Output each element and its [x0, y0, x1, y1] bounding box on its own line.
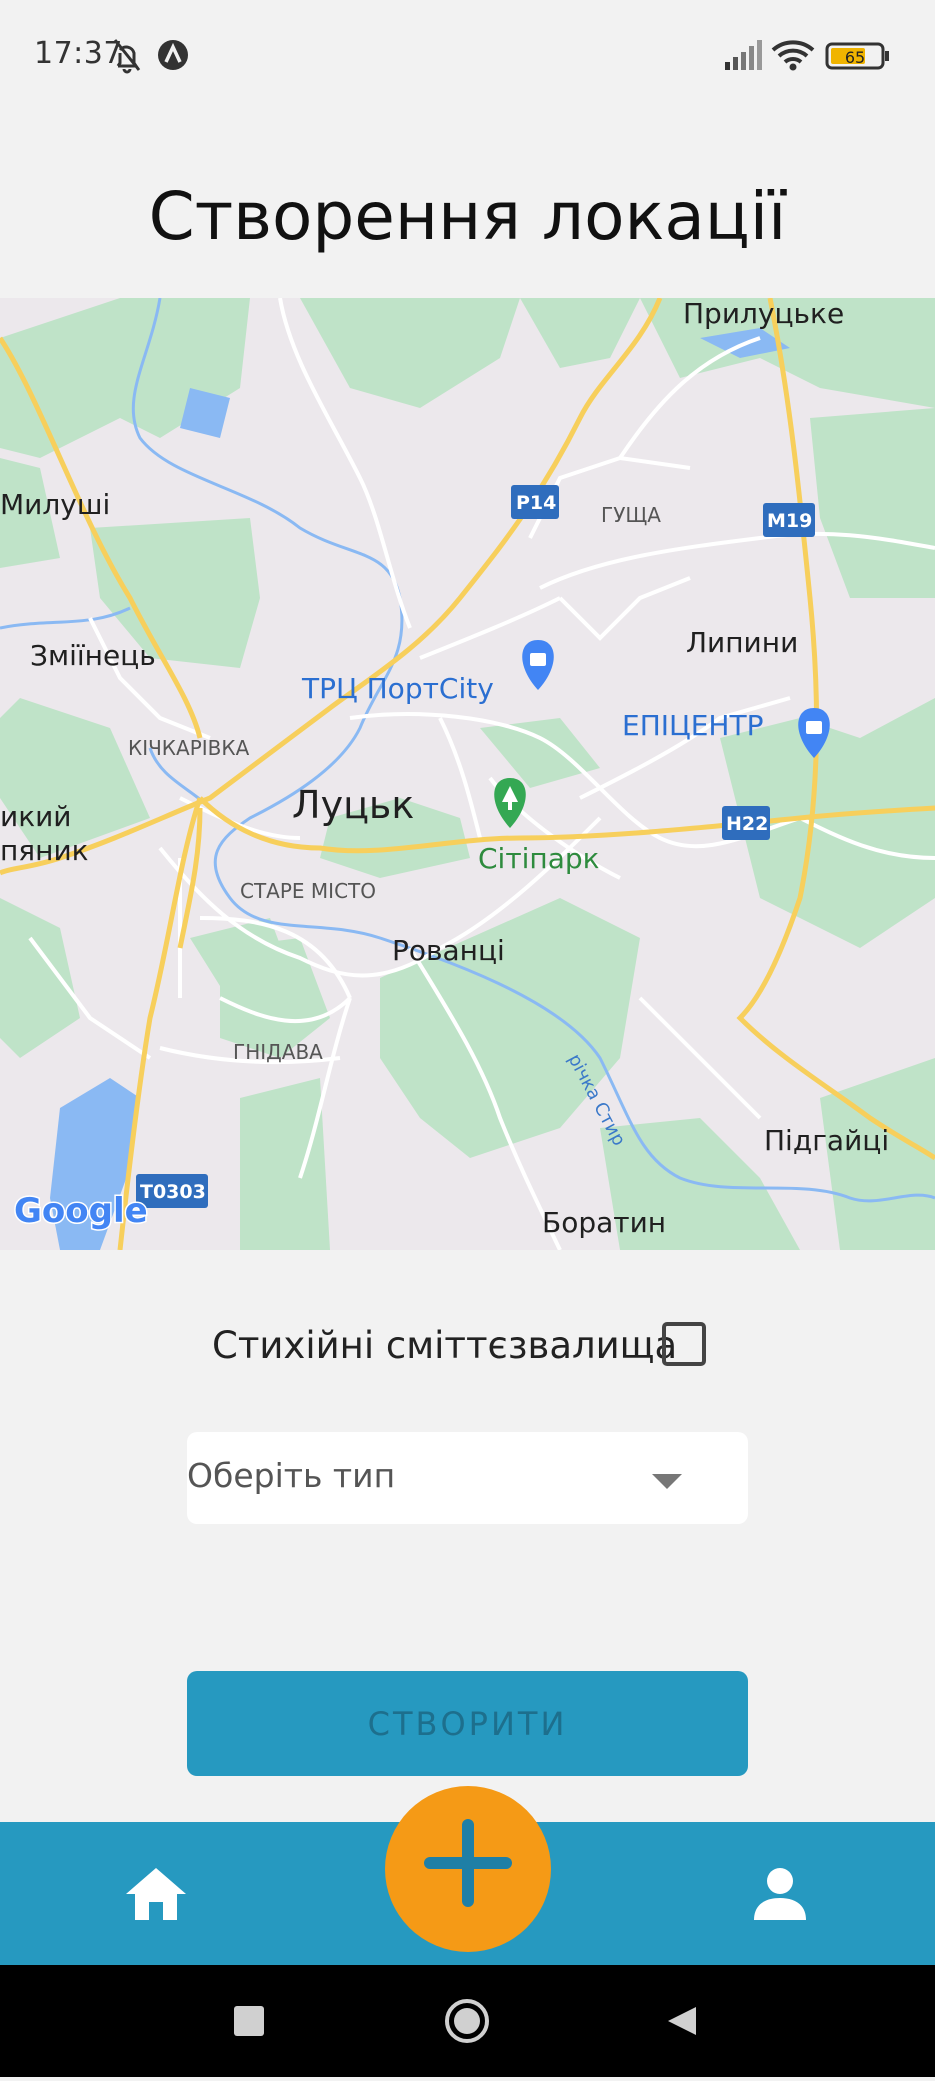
signal-icon [725, 40, 762, 70]
battery-icon: 65 [825, 42, 889, 70]
status-right-icons: 65 [725, 40, 889, 71]
wifi-icon [771, 40, 815, 71]
map-label-boratyn: Боратин [542, 1206, 666, 1239]
illegal-dumps-row[interactable]: Стихійні сміттєзвалища [0, 1318, 935, 1374]
poi-pin-citypark [494, 778, 526, 828]
add-location-fab[interactable] [385, 1786, 551, 1952]
map-label-zmiinets: Змiїнець [30, 639, 156, 672]
system-navigation-bar [0, 1965, 935, 2077]
type-select[interactable]: Оберіть тип [187, 1432, 748, 1524]
map-label-lypyny: Липини [686, 626, 798, 659]
bell-off-icon [113, 39, 141, 74]
map-label-hushcha: ГУЩА [601, 503, 661, 527]
map-label-pryluts-ke: Прилуцьке [683, 298, 844, 330]
recent-apps-icon[interactable] [234, 2006, 264, 2036]
poi-pin-portcity [522, 640, 554, 690]
map-label-pidhaitsi: Підгайці [764, 1124, 889, 1157]
status-left-icons [113, 39, 188, 74]
map-view[interactable]: Прилуцьке Милуші Змiїнець Липини икий пя… [0, 298, 935, 1250]
map-label-pianyk: пяник [0, 834, 89, 867]
map-label-trc-portcity: ТРЦ ПортCity [301, 672, 494, 705]
shield-m19: М19 [767, 510, 812, 532]
shield-p14: Р14 [516, 492, 556, 514]
map-label-kichkarivka: КІЧКАРІВКА [128, 736, 250, 760]
map-label-stare-misto: СТАРЕ МІСТО [240, 879, 376, 903]
back-icon[interactable] [668, 2007, 696, 2035]
map-label-hnidava: ГНІДАВА [233, 1040, 323, 1064]
shield-t0303: Т0303 [140, 1181, 206, 1203]
page-title: Створення локації [148, 178, 787, 255]
illegal-dumps-label: Стихійні сміттєзвалища [212, 1324, 678, 1367]
dropdown-arrow-icon [652, 1474, 682, 1489]
profile-icon[interactable] [752, 1866, 808, 1922]
map-label-vykyi: икий [0, 800, 72, 833]
map-label-rovantsi: Рованці [392, 934, 505, 967]
battery-level: 65 [845, 48, 865, 67]
home-circle-icon[interactable] [445, 1999, 489, 2043]
illegal-dumps-checkbox[interactable] [662, 1322, 706, 1366]
create-button[interactable]: СТВОРИТИ [187, 1671, 748, 1776]
map-label-mylushi: Милуші [0, 488, 110, 521]
map-label-lutsk: Луцьк [292, 783, 414, 827]
add-icon [424, 1819, 512, 1907]
google-logo: Google [14, 1191, 148, 1231]
map-label-epicentr: ЕПІЦЕНТР [622, 709, 763, 742]
map-label-citypark: Сітіпарк [478, 842, 600, 875]
home-icon[interactable] [124, 1864, 188, 1924]
status-time: 17:37 [34, 36, 123, 71]
shield-h22: Н22 [726, 813, 768, 835]
app-notification-icon [158, 40, 188, 70]
type-select-placeholder: Оберіть тип [187, 1456, 396, 1495]
